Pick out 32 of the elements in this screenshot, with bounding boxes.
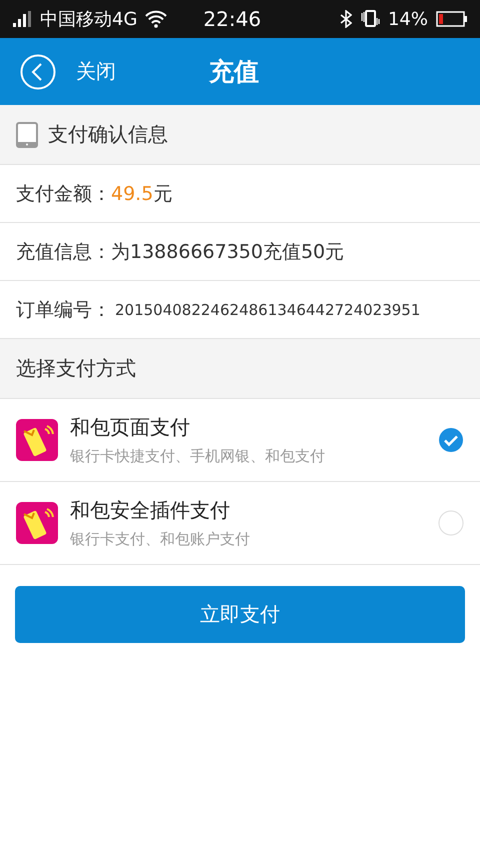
close-button[interactable]: 关闭 <box>20 54 116 90</box>
payment-option[interactable]: 和包页面支付 银行卡快捷支付、手机网银、和包支付 <box>0 399 480 482</box>
battery-percent: 14% <box>388 8 428 30</box>
order-number: 20150408224624861346442724023951 <box>115 300 420 318</box>
wifi-icon <box>145 10 168 28</box>
info-label: 订单编号： <box>16 298 111 322</box>
vibrate-icon <box>360 9 380 29</box>
radio-unchecked[interactable] <box>438 510 464 536</box>
option-name: 和包页面支付 <box>70 414 191 441</box>
carrier-name: 中国移动4G <box>40 8 138 31</box>
battery-icon <box>436 11 468 27</box>
bluetooth-icon <box>340 10 352 28</box>
back-icon <box>20 54 56 90</box>
tablet-icon <box>16 122 38 148</box>
signal-icon <box>12 11 32 27</box>
radio-checked[interactable] <box>438 427 464 453</box>
section-title: 支付确认信息 <box>48 121 168 148</box>
wallet-app-icon <box>16 419 58 461</box>
info-value: 为13886667350充值50元 <box>111 240 344 264</box>
page-title: 充值 <box>209 57 259 86</box>
amount-unit: 元 <box>153 182 172 206</box>
wallet-app-icon <box>16 502 58 544</box>
option-description: 银行卡快捷支付、手机网银、和包支付 <box>70 447 326 466</box>
option-description: 银行卡支付、和包账户支付 <box>70 530 251 549</box>
option-name: 和包安全插件支付 <box>70 497 231 524</box>
section-title: 选择支付方式 <box>16 355 136 382</box>
info-label: 支付金额： <box>16 182 111 206</box>
clock-time: 22:46 <box>203 7 262 31</box>
payment-option[interactable]: 和包安全插件支付 银行卡支付、和包账户支付 <box>0 482 480 565</box>
info-label: 充值信息： <box>16 240 111 264</box>
amount-value: 49.5 <box>111 182 154 204</box>
pay-now-button[interactable]: 立即支付 <box>15 586 465 643</box>
